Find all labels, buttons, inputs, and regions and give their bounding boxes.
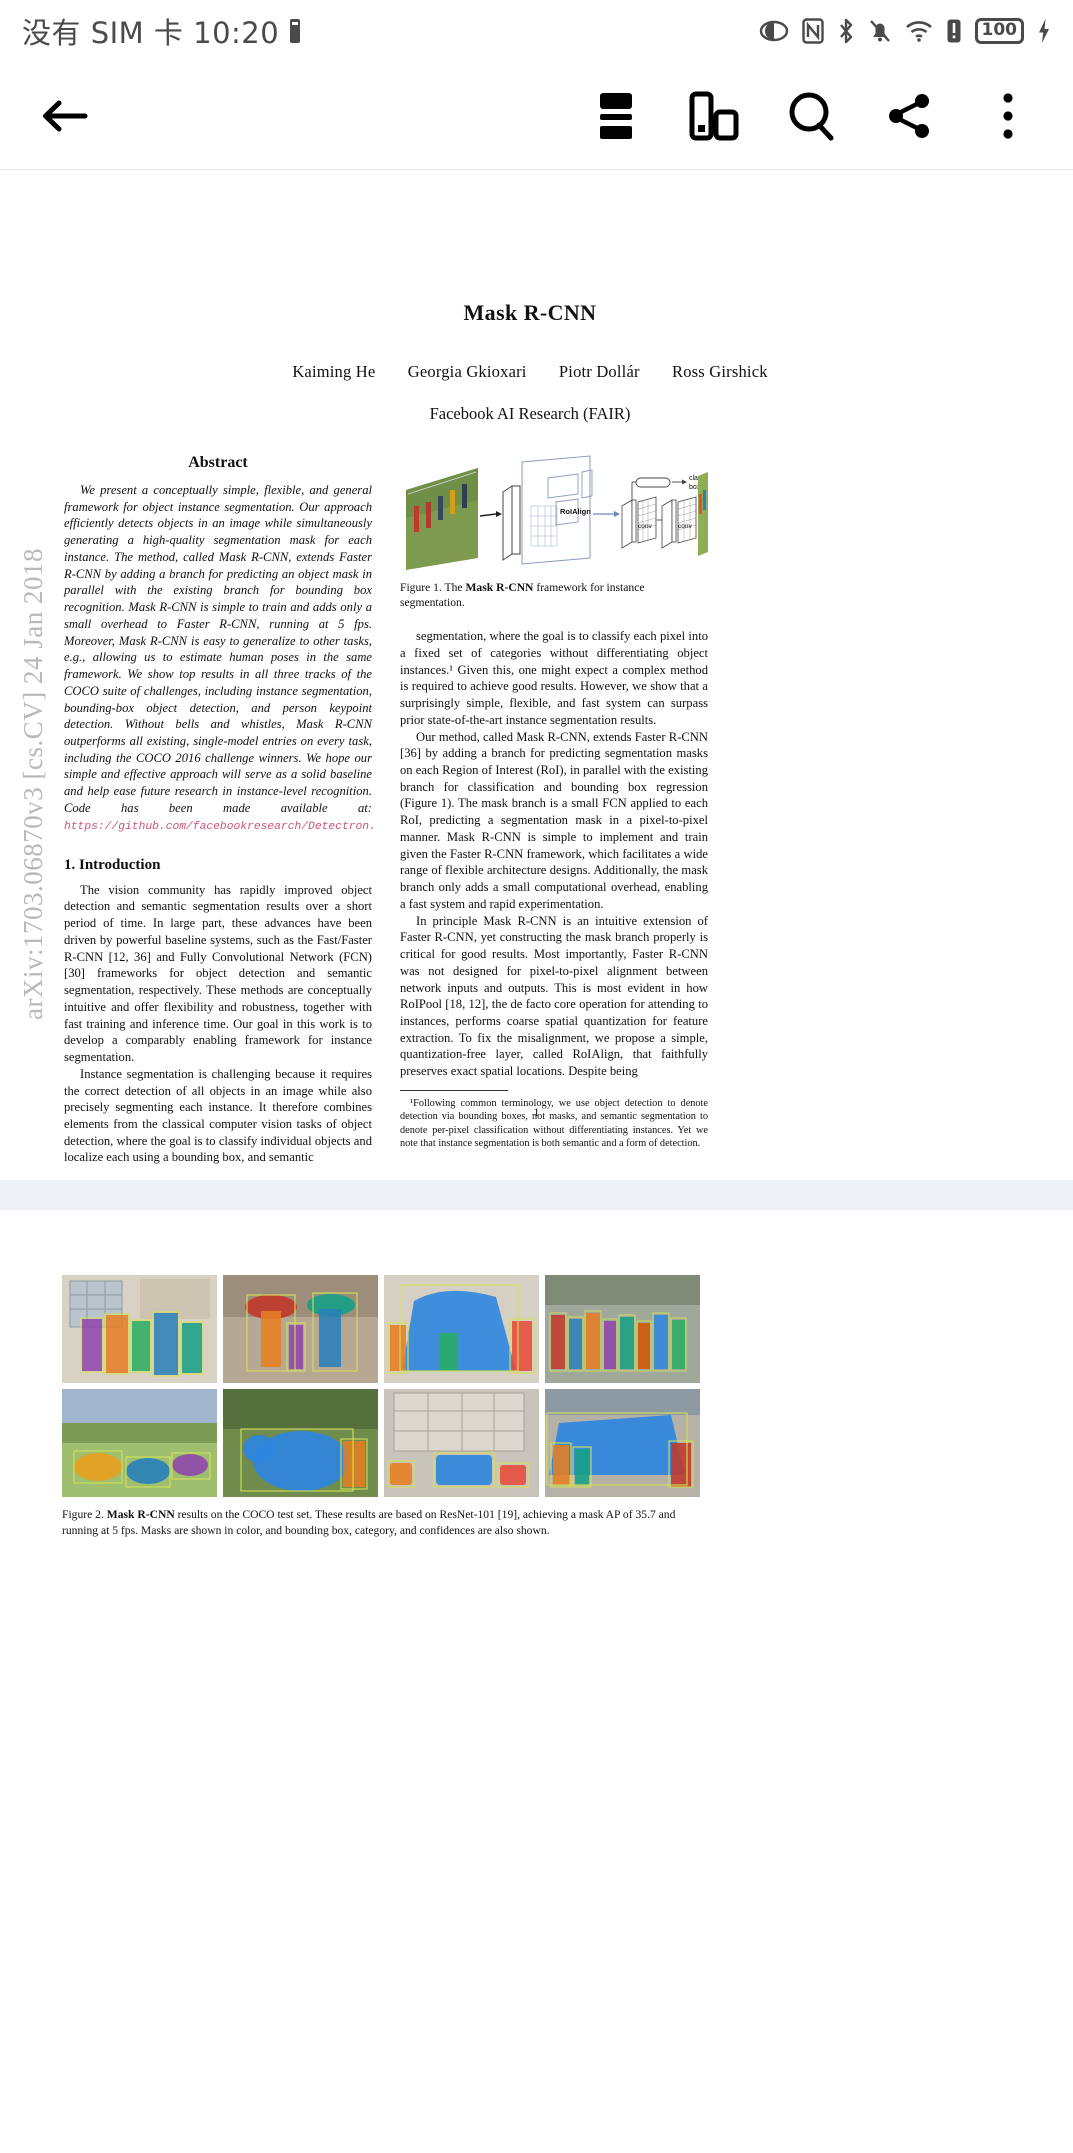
- author-name: Ross Girshick: [672, 362, 768, 381]
- right-paragraph-principle: In principle Mask R-CNN is an intuitive …: [400, 913, 708, 1079]
- detectron-url: https://github.com/facebookresearch/Dete…: [64, 820, 376, 833]
- charging-bolt-icon: [1037, 18, 1051, 44]
- fig1-cap-bold: Mask R-CNN: [465, 581, 534, 594]
- author-list: Kaiming He Georgia Gkioxari Piotr Dollár…: [60, 362, 1000, 382]
- figure-2-cell: [223, 1389, 378, 1497]
- fig2-cap-line2: running at 5 fps. Masks are shown in col…: [62, 1523, 550, 1537]
- svg-text:conv: conv: [638, 523, 652, 530]
- section-heading-introduction: 1. Introduction: [64, 856, 161, 873]
- battery-percent-badge: 100: [974, 18, 1024, 44]
- figure-2-cell: [223, 1275, 378, 1383]
- footnote-divider: [400, 1089, 508, 1091]
- status-bar-left: 没有 SIM 卡 10:20: [22, 10, 302, 52]
- abstract-heading: Abstract: [188, 454, 248, 471]
- figure-2-cell: [62, 1389, 217, 1497]
- pdf-page-2[interactable]: Figure 2. Mask R-CNN results on the COCO…: [0, 1210, 1073, 2153]
- author-name: Georgia Gkioxari: [407, 362, 527, 381]
- figure-1-image: RoIAlign class box conv conv: [400, 454, 708, 572]
- view-mode-icon[interactable]: [585, 85, 647, 147]
- more-options-icon[interactable]: [977, 85, 1039, 147]
- figure-2-grid: [62, 1275, 700, 1497]
- fig2-cap-prefix: Figure 2.: [62, 1508, 107, 1521]
- paper-body: Mask R-CNN Kaiming He Georgia Gkioxari P…: [60, 170, 1000, 1166]
- sim-card-icon: [288, 18, 302, 44]
- abstract-main: We present a conceptually simple, flexib…: [64, 483, 372, 815]
- app-toolbar: [0, 62, 1073, 170]
- notification-muted-icon: [868, 18, 892, 44]
- right-paragraph-continued: segmentation, where the goal is to class…: [400, 629, 708, 727]
- figure-1: RoIAlign class box conv conv Figure 1. T…: [400, 454, 708, 610]
- fig1-cap-prefix: Figure 1. The: [400, 581, 466, 594]
- svg-text:conv: conv: [678, 523, 692, 530]
- nfc-icon: [801, 18, 824, 44]
- left-column: Abstract We present a conceptually simpl…: [64, 454, 376, 1166]
- page-separator: [0, 1180, 1073, 1210]
- figure-2-cell: [545, 1389, 700, 1497]
- share-icon[interactable]: [879, 85, 941, 147]
- arxiv-stamp: arXiv:1703.06870v3 [cs.CV] 24 Jan 2018: [18, 548, 48, 1020]
- figure-2-cell: [62, 1275, 217, 1383]
- eye-icon: [759, 19, 789, 43]
- figure-2-cell: [384, 1275, 539, 1383]
- figure-2-cell: [384, 1389, 539, 1497]
- carrier-and-clock: 没有 SIM 卡 10:20: [22, 16, 280, 50]
- wifi-icon: [905, 19, 933, 43]
- intro-paragraph-1: The vision community has rapidly improve…: [64, 882, 372, 1065]
- pdf-page-1[interactable]: arXiv:1703.06870v3 [cs.CV] 24 Jan 2018 M…: [0, 170, 1073, 1180]
- alert-icon: [946, 18, 962, 44]
- figure-2: Figure 2. Mask R-CNN results on the COCO…: [62, 1275, 700, 1538]
- status-bar-right: 100: [759, 18, 1052, 44]
- dual-page-icon[interactable]: [683, 85, 745, 147]
- fig2-cap-bold: Mask R-CNN: [106, 1508, 175, 1521]
- fig2-cap-line1: results on the COCO test set. These resu…: [174, 1508, 676, 1521]
- status-bar: 没有 SIM 卡 10:20 100: [0, 0, 1073, 62]
- toolbar-actions: [585, 85, 1039, 147]
- figure-2-cell: [545, 1275, 700, 1383]
- pdf-page-number: 1: [533, 1105, 540, 1119]
- figure-1-caption: Figure 1. The Mask R-CNN framework for i…: [400, 580, 708, 610]
- author-name: Piotr Dollár: [558, 362, 640, 381]
- bluetooth-icon: [837, 18, 855, 44]
- abstract-text: We present a conceptually simple, flexib…: [64, 482, 376, 835]
- affiliation: Facebook AI Research (FAIR): [429, 404, 631, 423]
- right-paragraph-method: Our method, called Mask R-CNN, extends F…: [400, 729, 708, 911]
- back-button[interactable]: [34, 85, 96, 147]
- author-name: Kaiming He: [292, 362, 376, 381]
- two-column-layout: Abstract We present a conceptually simpl…: [60, 454, 1000, 1166]
- svg-text:RoIAlign: RoIAlign: [560, 507, 591, 516]
- search-icon[interactable]: [781, 85, 843, 147]
- figure-2-caption: Figure 2. Mask R-CNN results on the COCO…: [62, 1507, 700, 1538]
- right-column: RoIAlign class box conv conv Figure 1. T…: [400, 454, 708, 1166]
- page-title: Mask R-CNN: [463, 300, 597, 325]
